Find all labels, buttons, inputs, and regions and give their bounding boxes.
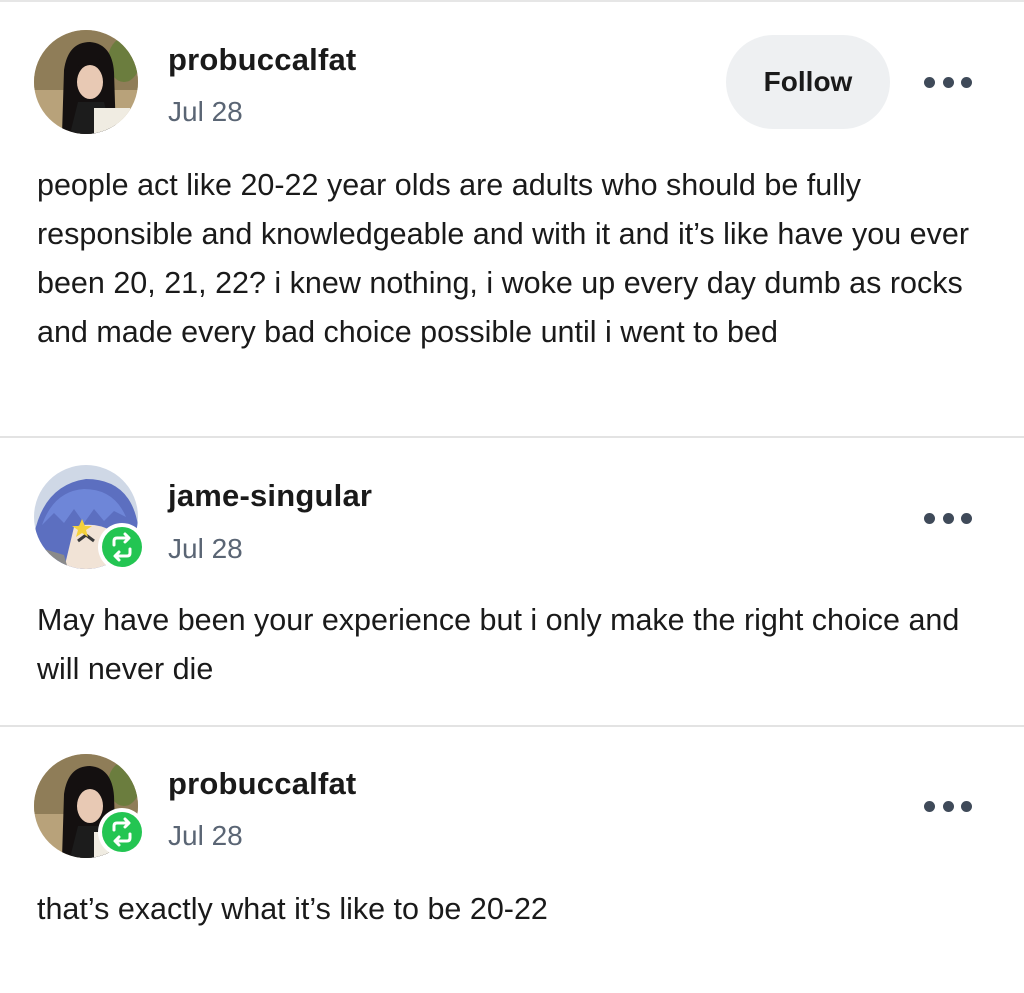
dot — [961, 512, 972, 524]
follow-button[interactable]: Follow — [726, 35, 890, 129]
post-date[interactable]: Jul 28 — [168, 533, 243, 565]
username[interactable]: probuccalfat — [168, 42, 356, 78]
dot — [942, 800, 954, 812]
username[interactable]: jame-singular — [168, 478, 372, 514]
post-original: probuccalfat Jul 28 Follow people act li… — [0, 0, 1024, 437]
more-options-icon[interactable] — [924, 796, 972, 816]
reblog-badge — [98, 523, 146, 571]
post-reblog: probuccalfat Jul 28 that’s exactly what … — [0, 726, 1024, 993]
dot — [942, 76, 954, 88]
avatar[interactable] — [34, 30, 138, 134]
more-options-icon[interactable] — [924, 72, 972, 92]
dot — [924, 800, 935, 812]
reblog-icon — [112, 532, 132, 562]
post-body: May have been your experience but i only… — [37, 603, 960, 686]
dot — [961, 800, 972, 812]
post-date[interactable]: Jul 28 — [168, 96, 243, 128]
reblog-badge — [98, 808, 146, 856]
post-body: that’s exactly what it’s like to be 20-2… — [37, 892, 548, 926]
dot — [924, 76, 935, 88]
post-reblog: jame-singular Jul 28 May have been your … — [0, 437, 1024, 726]
more-options-icon[interactable] — [924, 508, 972, 528]
dot — [924, 512, 935, 524]
reblog-icon — [112, 817, 132, 847]
post-body: people act like 20-22 year olds are adul… — [37, 168, 969, 349]
dot — [961, 76, 972, 88]
username[interactable]: probuccalfat — [168, 766, 356, 802]
post-date[interactable]: Jul 28 — [168, 820, 243, 852]
dot — [942, 512, 954, 524]
